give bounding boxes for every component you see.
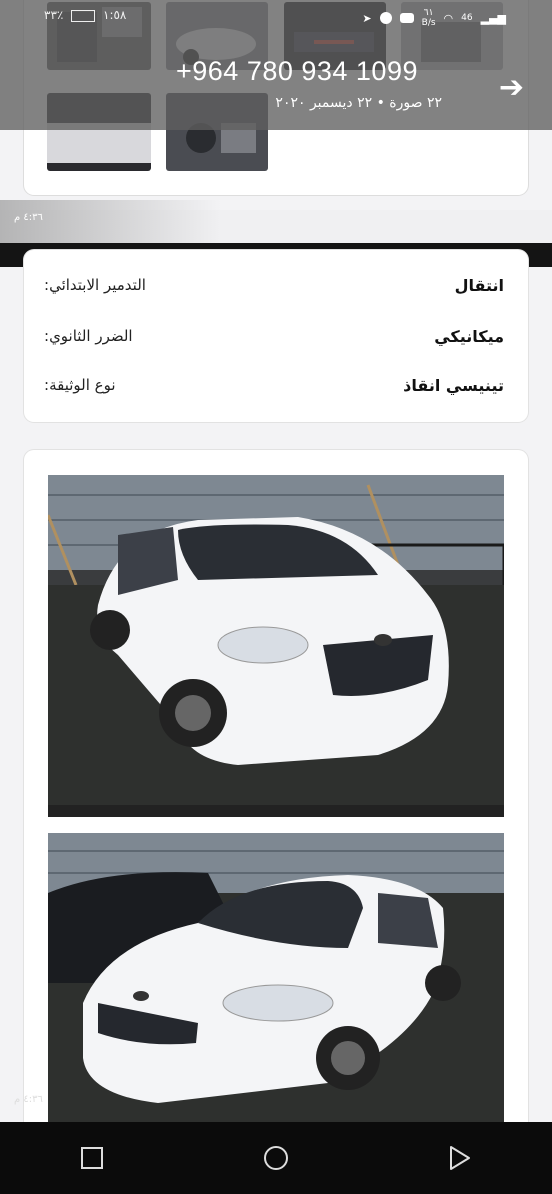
net-speed: ٦١ B/s (421, 8, 436, 28)
vehicle-photos-card (24, 450, 528, 1140)
status-bar-left: ١:٥٨ ٪٣٣ (44, 8, 126, 22)
youtube-icon (399, 13, 414, 23)
info-value: ميكانيكي (434, 326, 504, 346)
info-row-primary-damage: :التدمير الابتدائي انتقال (44, 270, 504, 300)
info-label: :نوع الوثيقة (44, 376, 116, 394)
fade-overlay (0, 200, 552, 245)
home-button[interactable] (246, 1128, 306, 1188)
battery-percent: ٪٣٣ (44, 8, 64, 22)
battery-icon (71, 9, 96, 22)
circle-icon (264, 1146, 288, 1170)
status-bar-right: ➤ ٦١ B/s ◠ 46 ▂▄▆ (362, 8, 506, 28)
vehicle-info-card: :التدمير الابتدائي انتقال :الضرر الثانوي… (24, 250, 528, 422)
signal-label: 46 (461, 13, 473, 23)
message-time: ٤:٣٦ م (14, 212, 43, 223)
info-label: :الضرر الثانوي (44, 327, 133, 345)
info-value: انتقال (454, 275, 504, 295)
signal-icon: ▂▄▆ (480, 11, 506, 25)
message-time: ٤:٣٦ م (14, 1094, 43, 1105)
system-nav-bar (0, 1122, 552, 1194)
facebook-icon (379, 12, 392, 24)
square-icon (81, 1147, 103, 1169)
vehicle-photo-front-right[interactable] (48, 833, 504, 1123)
info-row-document-type: :نوع الوثيقة تينيسي انقاذ (44, 370, 504, 400)
vehicle-photo-front-left[interactable] (48, 475, 504, 817)
back-button[interactable] (430, 1128, 490, 1188)
contact-phone: +964 780 934 1099 (176, 56, 418, 86)
info-value: تينيسي انقاذ (403, 375, 504, 395)
info-row-secondary-damage: :الضرر الثانوي ميكانيكي (44, 321, 504, 351)
wifi-icon: ◠ (443, 11, 454, 25)
triangle-back-icon (450, 1146, 470, 1170)
info-label: :التدمير الابتدائي (44, 276, 146, 294)
media-meta: ٢٢ صورة • ٢٢ ديسمبر ٢٠٢٠ (275, 95, 442, 111)
recent-apps-button[interactable] (62, 1128, 122, 1188)
arrow-right-icon[interactable]: ➔ (499, 70, 524, 105)
clock-text: ١:٥٨ (103, 8, 127, 22)
send-icon: ➤ (362, 11, 372, 25)
